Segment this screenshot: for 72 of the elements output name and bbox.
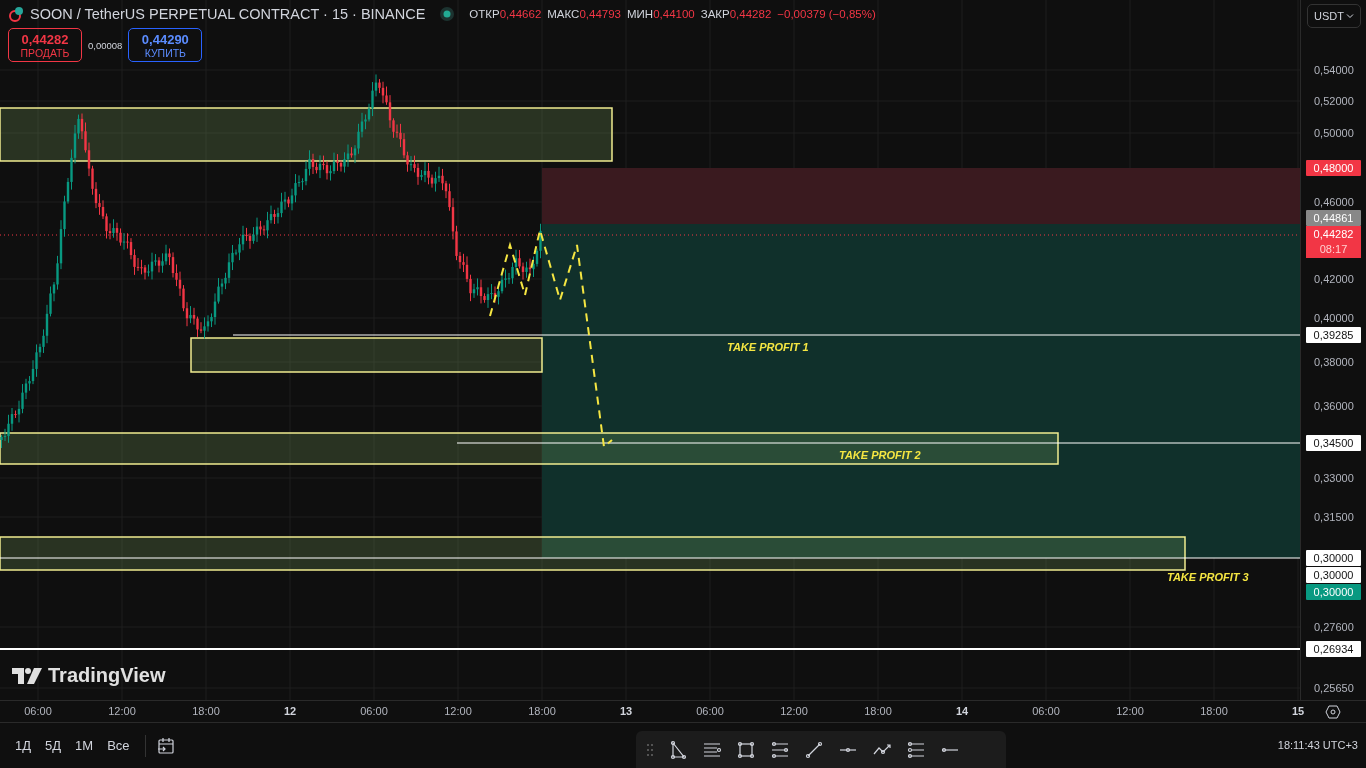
- range-button[interactable]: Все: [102, 734, 135, 757]
- time-label: 12:00: [444, 705, 472, 717]
- ohlc-label: ОТКР: [469, 8, 500, 20]
- range-button[interactable]: 1М: [70, 734, 99, 757]
- price-label: 0,50000: [1314, 127, 1354, 139]
- symbol-title: SOON / TetherUS PERPETUAL CONTRACT · 15 · BINANCE: [30, 6, 426, 22]
- ohlc-value: 0,44793: [579, 8, 621, 20]
- price-tag: 0,44861: [1306, 210, 1361, 226]
- lines-tool-icon[interactable]: [702, 740, 722, 760]
- status-dot-icon: [439, 6, 456, 22]
- drag-handle-icon[interactable]: [646, 743, 654, 757]
- price-tag: 0,30000: [1306, 550, 1361, 566]
- price-label: 0,27600: [1314, 621, 1354, 633]
- time-label: 14: [955, 705, 969, 717]
- logo-icon: [12, 667, 42, 684]
- price-tag: 0,26934: [1306, 641, 1361, 657]
- ohlc-value: 0,44282: [729, 8, 772, 20]
- ohlc-value: 0,44100: [653, 8, 695, 20]
- take-profit-label: TAKE PROFIT 1: [727, 341, 809, 353]
- range-button[interactable]: 1Д: [10, 734, 37, 757]
- time-label: 06:00: [360, 705, 388, 717]
- price-tag: 0,39285: [1306, 327, 1361, 343]
- price-label: 0,46000: [1314, 196, 1354, 208]
- time-label: 18:00: [1200, 705, 1228, 717]
- calendar-icon[interactable]: [155, 735, 176, 756]
- take-profit-label: TAKE PROFIT 2: [839, 449, 921, 461]
- rectangle-tool-icon[interactable]: [736, 740, 756, 760]
- time-label: 06:00: [24, 705, 52, 717]
- price-tag: 0,34500: [1306, 435, 1361, 451]
- time-label: 12:00: [780, 705, 808, 717]
- spread-value: 0,00008: [88, 39, 123, 51]
- last-price-tag: 0,44282 08:17: [1306, 226, 1361, 258]
- currency-dropdown[interactable]: USDT: [1307, 4, 1361, 28]
- ohlc-label: МИН: [627, 8, 654, 20]
- triangle-tool-icon[interactable]: [668, 740, 688, 760]
- price-label: 0,40000: [1314, 312, 1354, 324]
- price-tag: 0,30000: [1306, 567, 1361, 583]
- price-tag: 0,48000: [1306, 160, 1361, 176]
- buy-button[interactable]: 0,44290 КУПИТЬ: [128, 28, 203, 62]
- time-label: 18:00: [864, 705, 892, 717]
- price-change: −0,00379 (−0,85%): [777, 8, 876, 20]
- time-label: 12: [283, 705, 297, 717]
- price-label: 0,52000: [1314, 95, 1354, 107]
- channel-tool-icon[interactable]: [906, 740, 926, 760]
- time-label: 12:00: [1116, 705, 1144, 717]
- time-label: 06:00: [1032, 705, 1060, 717]
- time-label: 18:00: [192, 705, 220, 717]
- chevron-icon: [1346, 12, 1354, 20]
- settings-icon[interactable]: [1325, 703, 1341, 720]
- price-label: 0,36000: [1314, 400, 1354, 412]
- trend-line-icon[interactable]: [804, 740, 824, 760]
- clock: 18:11:43 UTC+3: [1277, 739, 1358, 751]
- take-profit-label: TAKE PROFIT 3: [1167, 571, 1249, 583]
- time-label: 13: [619, 705, 633, 717]
- price-label: 0,33000: [1314, 472, 1354, 484]
- time-label: 15: [1291, 705, 1305, 717]
- price-label: 0,42000: [1314, 273, 1354, 285]
- price-label: 0,25650: [1314, 682, 1354, 694]
- range-button[interactable]: 5Д: [40, 734, 67, 757]
- time-label: 18:00: [528, 705, 556, 717]
- sell-button[interactable]: 0,44282 ПРОДАТЬ: [8, 28, 82, 62]
- time-label: 12:00: [108, 705, 136, 717]
- time-label: 06:00: [696, 705, 724, 717]
- price-label: 0,38000: [1314, 356, 1354, 368]
- price-tag: 0,30000: [1306, 584, 1361, 600]
- fib-tool-icon[interactable]: [770, 740, 790, 760]
- ohlc-label: МАКС: [547, 8, 580, 20]
- logo-text: TradingView: [48, 664, 166, 687]
- price-label: 0,31500: [1314, 511, 1354, 523]
- ohlc-label: ЗАКР: [700, 8, 730, 20]
- price-label: 0,54000: [1314, 64, 1354, 76]
- ohlc-value: 0,44662: [499, 8, 542, 20]
